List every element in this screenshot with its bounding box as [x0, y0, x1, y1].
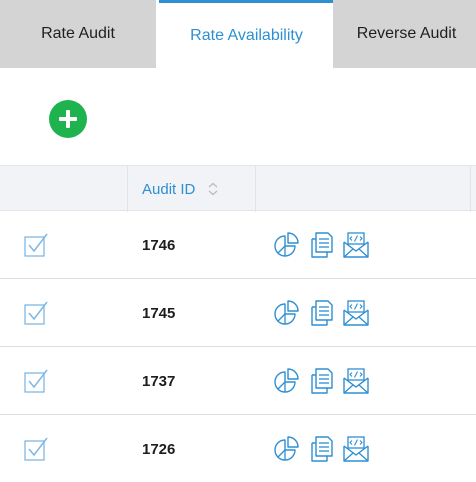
table-row: 1745	[0, 279, 476, 347]
column-divider	[255, 166, 256, 212]
code-email-icon[interactable]	[341, 434, 371, 464]
document-icon[interactable]	[306, 366, 336, 396]
pie-chart-icon[interactable]	[271, 366, 301, 396]
column-divider	[470, 166, 471, 212]
table-header: Audit ID	[0, 165, 476, 212]
tab-rate-availability[interactable]: Rate Availability	[159, 0, 334, 68]
table-body: 1746 1745 1737 1726	[0, 211, 476, 482]
audit-table: Audit ID 1746 1745 1737 1726	[0, 165, 476, 482]
code-email-icon[interactable]	[341, 298, 371, 328]
row-actions	[271, 298, 371, 328]
plus-icon	[59, 110, 77, 128]
tab-label: Rate Availability	[190, 26, 303, 44]
row-actions	[271, 434, 371, 464]
checkbox-checked-icon[interactable]	[23, 436, 49, 462]
audit-id-header-label: Audit ID	[142, 180, 196, 198]
add-audit-button[interactable]	[49, 100, 87, 138]
tab-label: Rate Audit	[41, 25, 115, 42]
code-email-icon[interactable]	[341, 366, 371, 396]
table-row: 1737	[0, 347, 476, 415]
document-icon[interactable]	[306, 230, 336, 260]
pie-chart-icon[interactable]	[271, 434, 301, 464]
tab-reverse-audit[interactable]: Reverse Audit	[333, 0, 476, 68]
row-actions	[271, 366, 371, 396]
checkbox-checked-icon[interactable]	[23, 368, 49, 394]
audit-id-cell: 1746	[142, 236, 176, 254]
tab-label: Reverse Audit	[356, 25, 457, 42]
sort-updown-icon[interactable]	[207, 182, 219, 196]
audit-id-column-header[interactable]: Audit ID	[142, 166, 219, 212]
document-icon[interactable]	[306, 298, 336, 328]
checkbox-checked-icon[interactable]	[23, 232, 49, 258]
document-icon[interactable]	[306, 434, 336, 464]
audit-id-cell: 1745	[142, 304, 176, 322]
table-row: 1746	[0, 211, 476, 279]
table-row: 1726	[0, 415, 476, 482]
row-actions	[271, 230, 371, 260]
checkbox-checked-icon[interactable]	[23, 300, 49, 326]
pie-chart-icon[interactable]	[271, 230, 301, 260]
code-email-icon[interactable]	[341, 230, 371, 260]
audit-id-cell: 1737	[142, 372, 176, 390]
pie-chart-icon[interactable]	[271, 298, 301, 328]
tab-rate-audit[interactable]: Rate Audit	[0, 0, 156, 68]
tab-bar: Rate Audit Rate Availability Reverse Aud…	[0, 0, 476, 68]
audit-id-cell: 1726	[142, 440, 176, 458]
column-divider	[127, 166, 128, 212]
